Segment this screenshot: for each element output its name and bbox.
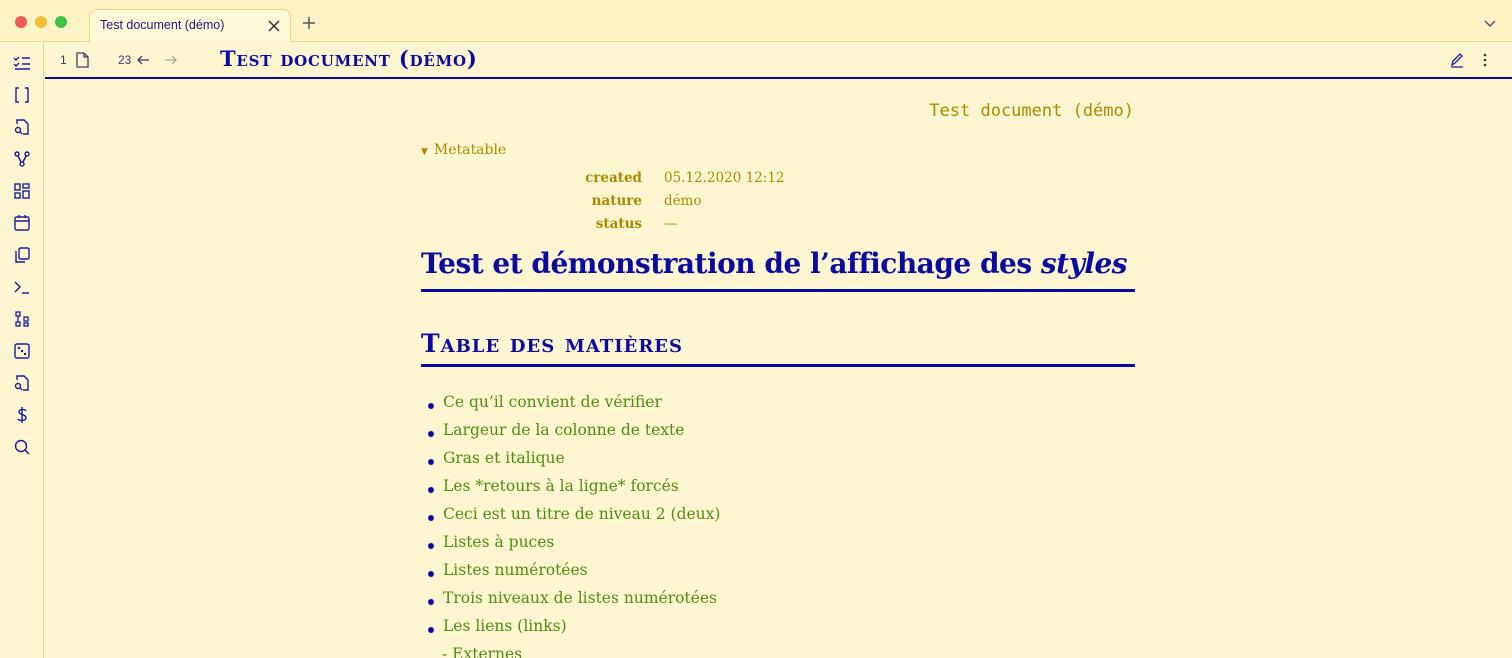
pencil-icon[interactable] — [1449, 51, 1465, 69]
toc-list: Ce qu’il convient de vérifier Largeur de… — [421, 393, 720, 645]
plus-icon[interactable] — [301, 15, 317, 31]
back-count: 1 — [60, 53, 67, 67]
graph-icon[interactable] — [12, 149, 32, 169]
toc-link[interactable]: Listes numérotées — [421, 561, 720, 589]
blocks-icon[interactable] — [12, 309, 32, 329]
heading-1-text: Test et démonstration de l’affichage des — [421, 247, 1041, 280]
meta-value: 05.12.2020 12:12 — [664, 170, 785, 186]
brackets-icon[interactable] — [12, 85, 32, 105]
toc-link[interactable]: Les liens (links) — [421, 617, 720, 645]
document-content: Test document (démo) ▼ Metatable created … — [45, 79, 1512, 658]
document-tab[interactable]: Test document (démo) — [89, 9, 291, 43]
terminal-icon[interactable] — [12, 277, 32, 297]
meta-row-status: status — — [421, 216, 1021, 238]
meta-value: — — [664, 216, 678, 232]
toc-link[interactable]: Largeur de la colonne de texte — [421, 421, 720, 449]
file-icon[interactable] — [74, 51, 90, 69]
meta-key: created — [585, 170, 642, 186]
calendar-icon[interactable] — [12, 213, 32, 233]
arrow-right-icon[interactable] — [163, 51, 179, 69]
view-header: 1 23 Test document (démo) — [45, 42, 1512, 79]
search-icon[interactable] — [12, 437, 32, 457]
metatable-label: Metatable — [433, 142, 507, 158]
dashboard-icon[interactable] — [12, 181, 32, 201]
tasks-icon[interactable] — [12, 53, 32, 73]
arrow-left-icon[interactable] — [135, 51, 151, 69]
copy-icon[interactable] — [12, 245, 32, 265]
heading-1: Test et démonstration de l’affichage des… — [421, 247, 1135, 292]
toc-link[interactable]: Ceci est un titre de niveau 2 (deux) — [421, 505, 720, 533]
more-options-icon[interactable] — [1477, 51, 1493, 69]
file-search-icon[interactable] — [12, 117, 32, 137]
view-title[interactable]: Test document (démo) — [220, 46, 478, 71]
toc-sublink[interactable]: - Externes — [442, 645, 522, 658]
title-bar: Test document (démo) — [0, 0, 1512, 43]
meta-key: nature — [591, 193, 642, 209]
chevron-down-icon[interactable] — [1482, 15, 1498, 31]
meta-row-created: created 05.12.2020 12:12 — [421, 170, 1021, 192]
left-ribbon — [0, 42, 44, 658]
dice-icon[interactable] — [12, 341, 32, 361]
dollar-icon[interactable] — [12, 405, 32, 425]
meta-value: démo — [664, 193, 702, 209]
toc-link[interactable]: Trois niveaux de listes numérotées — [421, 589, 720, 617]
meta-key: status — [595, 216, 642, 232]
metatable-toggle[interactable]: ▼ Metatable — [421, 142, 506, 158]
meta-row-nature: nature démo — [421, 193, 1021, 215]
close-icon[interactable] — [266, 18, 282, 34]
minimize-window-button[interactable] — [35, 16, 47, 28]
toc-link[interactable]: Les *retours à la ligne* forcés — [421, 477, 720, 505]
triangle-down-icon: ▼ — [421, 147, 428, 157]
heading-2-toc: Table des matières — [421, 329, 1135, 367]
toc-link[interactable]: Gras et italique — [421, 449, 720, 477]
forward-count: 23 — [118, 53, 132, 67]
inline-title: Test document (démo) — [929, 101, 1134, 121]
heading-1-emphasis: styles — [1040, 247, 1128, 280]
zoom-window-button[interactable] — [55, 16, 67, 28]
close-window-button[interactable] — [15, 16, 27, 28]
toc-link[interactable]: Ce qu’il convient de vérifier — [421, 393, 720, 421]
toc-link[interactable]: Listes à puces — [421, 533, 720, 561]
file-search-icon[interactable] — [12, 373, 32, 393]
tab-title: Test document (démo) — [100, 18, 225, 32]
